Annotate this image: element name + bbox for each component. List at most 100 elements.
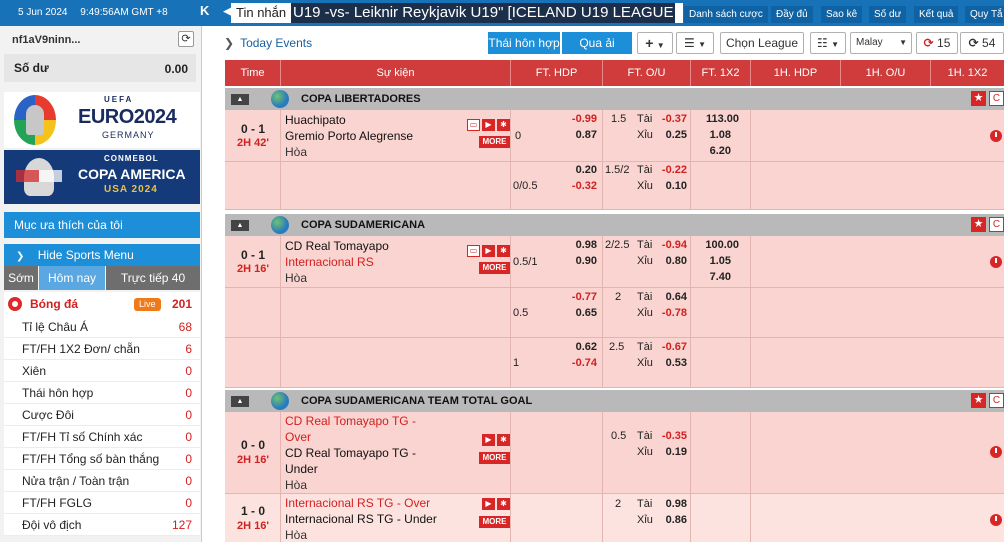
stats-icon[interactable]: ✱: [497, 245, 510, 257]
tab-early[interactable]: Sớm: [4, 266, 38, 290]
more-button[interactable]: MORE: [479, 262, 510, 274]
menu-results[interactable]: Kết quả: [914, 6, 959, 23]
refresh-live-button[interactable]: ⟳ 15: [916, 32, 958, 54]
collapse-icon[interactable]: ▲: [231, 396, 249, 407]
favorite-star-icon[interactable]: ★: [971, 393, 986, 408]
league-row[interactable]: ▲ COPA SUDAMERICANA ★ C: [225, 214, 1004, 236]
odds-value[interactable]: 113.00: [691, 113, 739, 125]
play-icon[interactable]: ▶: [482, 119, 495, 131]
collapse-icon[interactable]: ▲: [231, 220, 249, 231]
odds-value[interactable]: 0.65: [545, 307, 597, 319]
menu-item-parlay[interactable]: Xiên 0: [4, 360, 200, 382]
favorite-star-icon[interactable]: ★: [971, 91, 986, 106]
stats-icon[interactable]: ✱: [497, 498, 510, 510]
match-live-time: 2H 16': [237, 454, 269, 466]
odds-value[interactable]: 0.80: [645, 255, 687, 267]
odds-value[interactable]: -0.77: [545, 291, 597, 303]
odds-value[interactable]: -0.99: [545, 113, 597, 125]
odds-value[interactable]: 1.08: [691, 129, 731, 141]
odds-value[interactable]: 0.64: [645, 291, 687, 303]
more-button[interactable]: MORE: [479, 136, 510, 148]
ticker-prev-icon[interactable]: K: [200, 3, 209, 18]
play-icon[interactable]: ▶: [482, 434, 495, 446]
odds-value[interactable]: -0.37: [645, 113, 687, 125]
menu-item-outright[interactable]: Đội vô địch 127: [4, 514, 200, 536]
tv-icon[interactable]: ▭: [467, 119, 480, 131]
favorite-star-icon[interactable]: ★: [971, 217, 986, 232]
odds-value[interactable]: 0.25: [645, 129, 687, 141]
favorites-link[interactable]: Mục ưa thích của tôi: [4, 212, 200, 238]
message-ticker[interactable]: Tin nhắn U19 -vs- Leiknir Reykjavik U19"…: [231, 3, 683, 23]
menu-item-ht-ft[interactable]: Nửa trận / Toàn trận 0: [4, 470, 200, 492]
play-icon[interactable]: ▶: [482, 245, 495, 257]
odds-value[interactable]: 0.62: [545, 341, 597, 353]
chevron-right-icon: ❯: [16, 251, 25, 262]
odds-value[interactable]: 0.86: [645, 514, 687, 526]
league-row[interactable]: ▲ COPA LIBERTADORES ★ C: [225, 88, 1004, 110]
odds-value[interactable]: 0.98: [545, 239, 597, 251]
odds-value[interactable]: -0.67: [645, 341, 687, 353]
odds-value[interactable]: -0.94: [645, 239, 687, 251]
menu-statement[interactable]: Sao kê: [821, 6, 863, 23]
mix-parlay-button[interactable]: Thái hôn hợp: [488, 32, 560, 54]
refresh-icon[interactable]: C: [989, 393, 1004, 408]
tab-today[interactable]: Hôm nay: [39, 266, 105, 290]
refresh-icon[interactable]: C: [989, 217, 1004, 232]
odds-value[interactable]: -0.35: [645, 430, 687, 442]
copa-america-banner[interactable]: CONMEBOL COPA AMERICA USA 2024: [4, 150, 200, 204]
menu-item-total-goals[interactable]: FT/FH Tổng số bàn thắng 0: [4, 448, 200, 470]
menu-item-correct-score[interactable]: FT/FH Tỉ số Chính xác 0: [4, 426, 200, 448]
odds-value[interactable]: 0.20: [545, 164, 597, 176]
sport-soccer-header[interactable]: Bóng đá Live 201: [4, 292, 200, 316]
tab-live[interactable]: Trực tiếp 40: [106, 266, 200, 290]
collapse-icon[interactable]: ▲: [231, 94, 249, 105]
clock-icon[interactable]: [990, 446, 1002, 458]
clock-icon[interactable]: [990, 256, 1002, 268]
odds-value[interactable]: -0.74: [545, 357, 597, 369]
play-icon[interactable]: ▶: [482, 498, 495, 510]
euro2024-banner[interactable]: UEFA EURO2024 GERMANY: [4, 92, 200, 148]
add-button[interactable]: + ▼: [637, 32, 673, 54]
view-mode-button[interactable]: ☷ ▼: [810, 32, 846, 54]
odds-value[interactable]: -0.78: [645, 307, 687, 319]
hide-sports-menu[interactable]: ❯ Hide Sports Menu: [4, 244, 200, 266]
stats-icon[interactable]: ✱: [497, 434, 510, 446]
menu-item-1x2[interactable]: FT/FH 1X2 Đơn/ chẵn 6: [4, 338, 200, 360]
odds-value[interactable]: 0.10: [645, 180, 687, 192]
refresh-icon[interactable]: ⟳: [178, 31, 194, 47]
clock-icon[interactable]: [990, 130, 1002, 142]
odds-value[interactable]: 0.98: [645, 498, 687, 510]
stats-icon[interactable]: ✱: [497, 119, 510, 131]
odds-value[interactable]: 0.90: [545, 255, 597, 267]
odds-value[interactable]: 0.19: [645, 446, 687, 458]
more-button[interactable]: MORE: [479, 516, 510, 528]
tv-icon[interactable]: ▭: [467, 245, 480, 257]
draw-label: Hòa: [285, 271, 308, 285]
odds-value[interactable]: 7.40: [691, 271, 731, 283]
odds-type-select[interactable]: Malay ▼: [850, 32, 912, 54]
sort-button[interactable]: ☰ ▼: [676, 32, 714, 54]
menu-balance[interactable]: Số dư: [869, 6, 907, 23]
menu-item-double[interactable]: Cược Đôi 0: [4, 404, 200, 426]
odds-value[interactable]: -0.22: [645, 164, 687, 176]
menu-item-mix[interactable]: Thái hôn hợp 0: [4, 382, 200, 404]
parlay-button[interactable]: Qua ải: [562, 32, 632, 54]
odds-value[interactable]: -0.32: [545, 180, 597, 192]
league-row[interactable]: ▲ COPA SUDAMERICANA TEAM TOTAL GOAL ★ C: [225, 390, 1004, 412]
clock-icon[interactable]: [990, 514, 1002, 526]
choose-league-button[interactable]: Chọn League: [720, 32, 804, 54]
menu-bet-list[interactable]: Danh sách cược: [684, 6, 768, 23]
odds-value[interactable]: 6.20: [691, 145, 731, 157]
refresh-today-button[interactable]: ⟳ 54: [960, 32, 1004, 54]
menu-full[interactable]: Đầy đủ: [771, 6, 813, 23]
odds-value[interactable]: 1.05: [691, 255, 731, 267]
more-button[interactable]: MORE: [479, 452, 510, 464]
odds-value[interactable]: 0.53: [645, 357, 687, 369]
odds-value[interactable]: 100.00: [691, 239, 739, 251]
menu-rules[interactable]: Quy Tắ: [965, 6, 1004, 23]
menu-item-fglg[interactable]: FT/FH FGLG 0: [4, 492, 200, 514]
odds-value[interactable]: 0.87: [545, 129, 597, 141]
refresh-icon[interactable]: C: [989, 91, 1004, 106]
menu-item-asian-hdp[interactable]: Tỉ lệ Châu Á 68: [4, 316, 200, 338]
menu-item-label: Xiên: [22, 364, 47, 378]
